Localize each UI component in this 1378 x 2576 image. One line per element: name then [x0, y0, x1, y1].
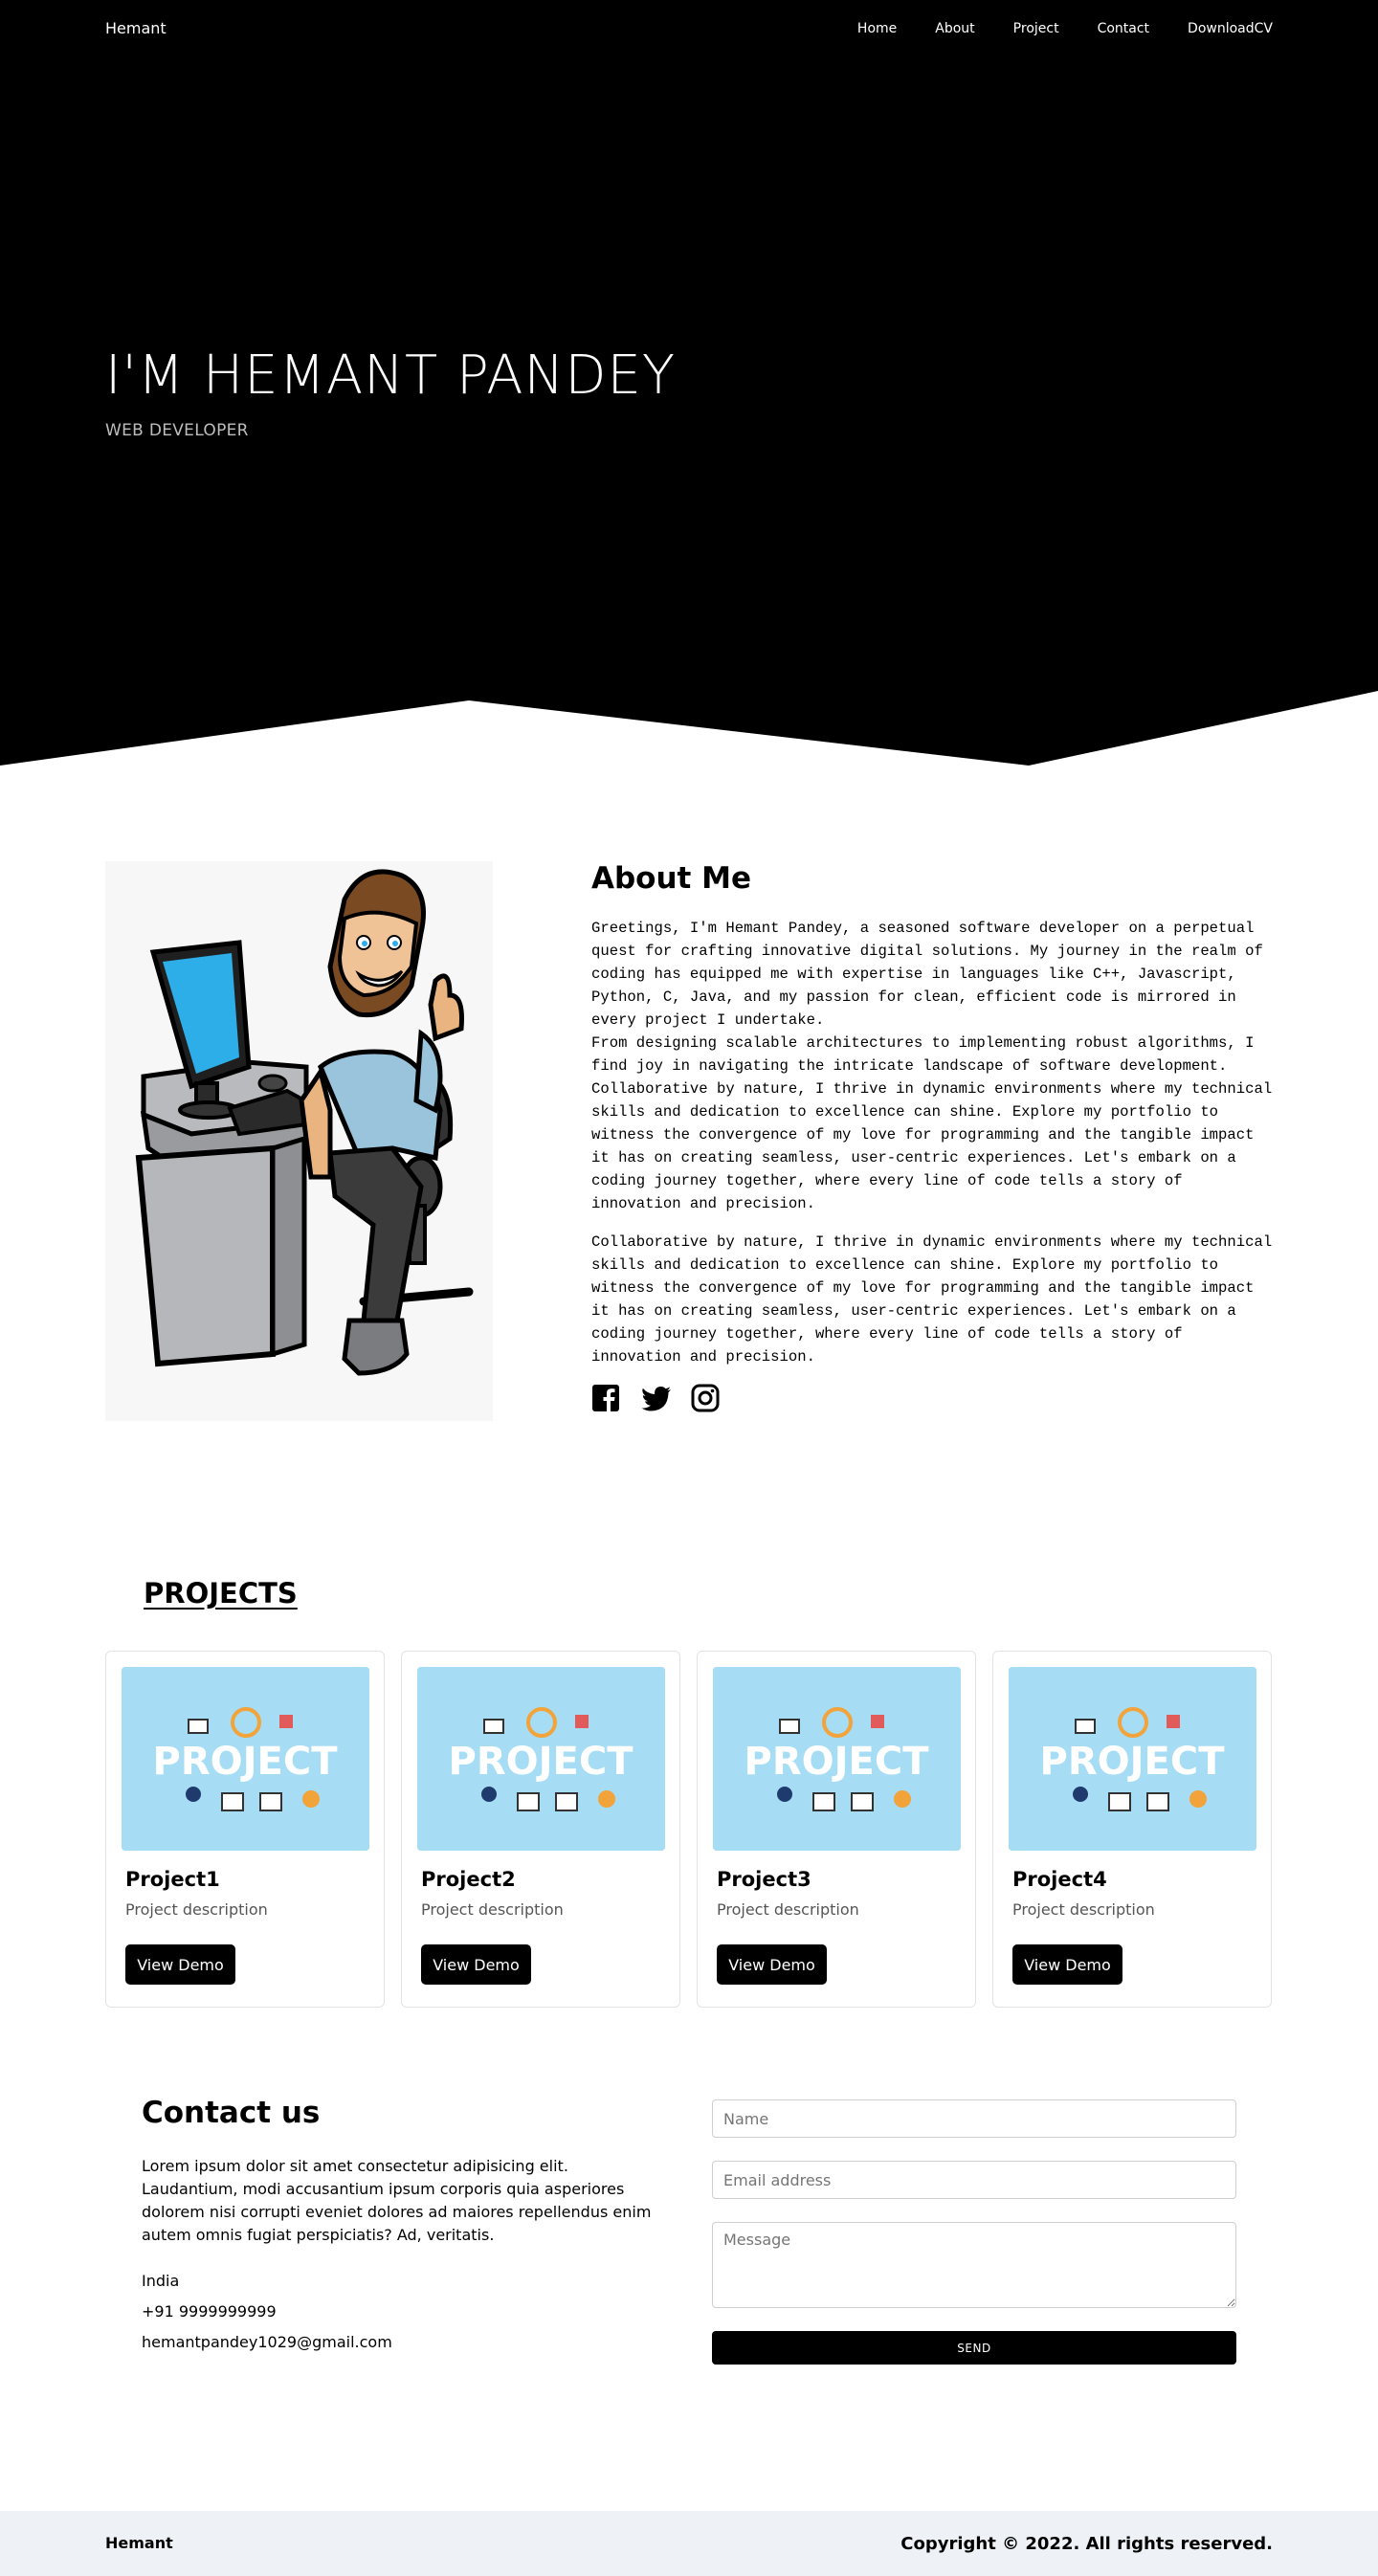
navbar-brand[interactable]: Hemant: [105, 19, 167, 37]
hero-subtitle: WEB DEVELOPER: [105, 421, 249, 440]
project-card: PROJECT Project1 Project description Vie…: [105, 1651, 385, 2008]
twitter-icon[interactable]: [641, 1384, 672, 1414]
svg-text:PROJECT: PROJECT: [153, 1740, 339, 1784]
contact-text: Lorem ipsum dolor sit amet consectetur a…: [142, 2157, 652, 2244]
project-title: Project4: [1012, 1868, 1107, 1891]
contact-form: SEND: [712, 2099, 1236, 2365]
contact-phone: +91 9999999999: [142, 2302, 277, 2321]
instagram-icon[interactable]: [691, 1384, 722, 1414]
project-description: Project description: [421, 1900, 564, 1919]
view-demo-button[interactable]: View Demo: [421, 1944, 531, 1985]
footer: Hemant Copyright © 2022. All rights rese…: [0, 2511, 1378, 2576]
about-paragraph-2: Collaborative by nature, I thrive in dyn…: [591, 1233, 1273, 1366]
about-paragraph-1: Greetings, I'm Hemant Pandey, a seasoned…: [591, 920, 1273, 1212]
view-demo-button[interactable]: View Demo: [717, 1944, 827, 1985]
svg-text:PROJECT: PROJECT: [449, 1740, 634, 1784]
project-card: PROJECT Project3 Project description Vie…: [697, 1651, 976, 2008]
view-demo-button[interactable]: View Demo: [1012, 1944, 1122, 1985]
contact-country: India: [142, 2272, 180, 2290]
projects-title: PROJECTS: [144, 1577, 298, 1610]
project-title: Project2: [421, 1868, 516, 1891]
project-card: PROJECT Project2 Project description Vie…: [401, 1651, 680, 2008]
hero-section: Hemant Home About Project Contact Downlo…: [0, 0, 1378, 766]
nav-link-contact[interactable]: Contact: [1098, 21, 1149, 36]
nav-link-about[interactable]: About: [935, 21, 974, 36]
social-links: [591, 1384, 1273, 1414]
svg-text:PROJECT: PROJECT: [1040, 1740, 1226, 1784]
project-card: PROJECT Project4 Project description Vie…: [992, 1651, 1272, 2008]
contact-info: Contact us Lorem ipsum dolor sit amet co…: [142, 2096, 658, 2362]
nav-links: Home About Project Contact DownloadCV: [819, 21, 1273, 36]
view-demo-button[interactable]: View Demo: [125, 1944, 235, 1985]
about-title: About Me: [591, 861, 752, 896]
send-button[interactable]: SEND: [712, 2331, 1236, 2365]
project-cards: PROJECT Project1 Project description Vie…: [105, 1651, 1273, 2008]
project-image: PROJECT: [1009, 1667, 1256, 1851]
project-image: PROJECT: [122, 1667, 369, 1851]
nav-link-download-cv[interactable]: DownloadCV: [1188, 21, 1273, 36]
name-input[interactable]: [712, 2099, 1236, 2138]
project-description: Project description: [717, 1900, 859, 1919]
nav-link-project[interactable]: Project: [1013, 21, 1059, 36]
project-title: Project3: [717, 1868, 811, 1891]
project-description: Project description: [125, 1900, 268, 1919]
about-section: About Me Greetings, I'm Hemant Pandey, a…: [591, 861, 1273, 1414]
email-input[interactable]: [712, 2161, 1236, 2199]
contact-title: Contact us: [142, 2096, 321, 2130]
navbar: Hemant Home About Project Contact Downlo…: [0, 0, 1378, 61]
developer-illustration: [105, 861, 493, 1421]
nav-link-home[interactable]: Home: [857, 21, 897, 36]
facebook-icon[interactable]: [591, 1384, 622, 1414]
project-title: Project1: [125, 1868, 220, 1891]
svg-text:PROJECT: PROJECT: [745, 1740, 930, 1784]
project-image: PROJECT: [713, 1667, 961, 1851]
contact-email: hemantpandey1029@gmail.com: [142, 2333, 392, 2351]
project-image: PROJECT: [417, 1667, 665, 1851]
hero-title: I'M HEMANT PANDEY: [105, 344, 677, 407]
project-description: Project description: [1012, 1900, 1155, 1919]
footer-brand: Hemant: [105, 2534, 173, 2552]
footer-copyright: Copyright © 2022. All rights reserved.: [900, 2534, 1273, 2554]
message-input[interactable]: [712, 2222, 1236, 2308]
